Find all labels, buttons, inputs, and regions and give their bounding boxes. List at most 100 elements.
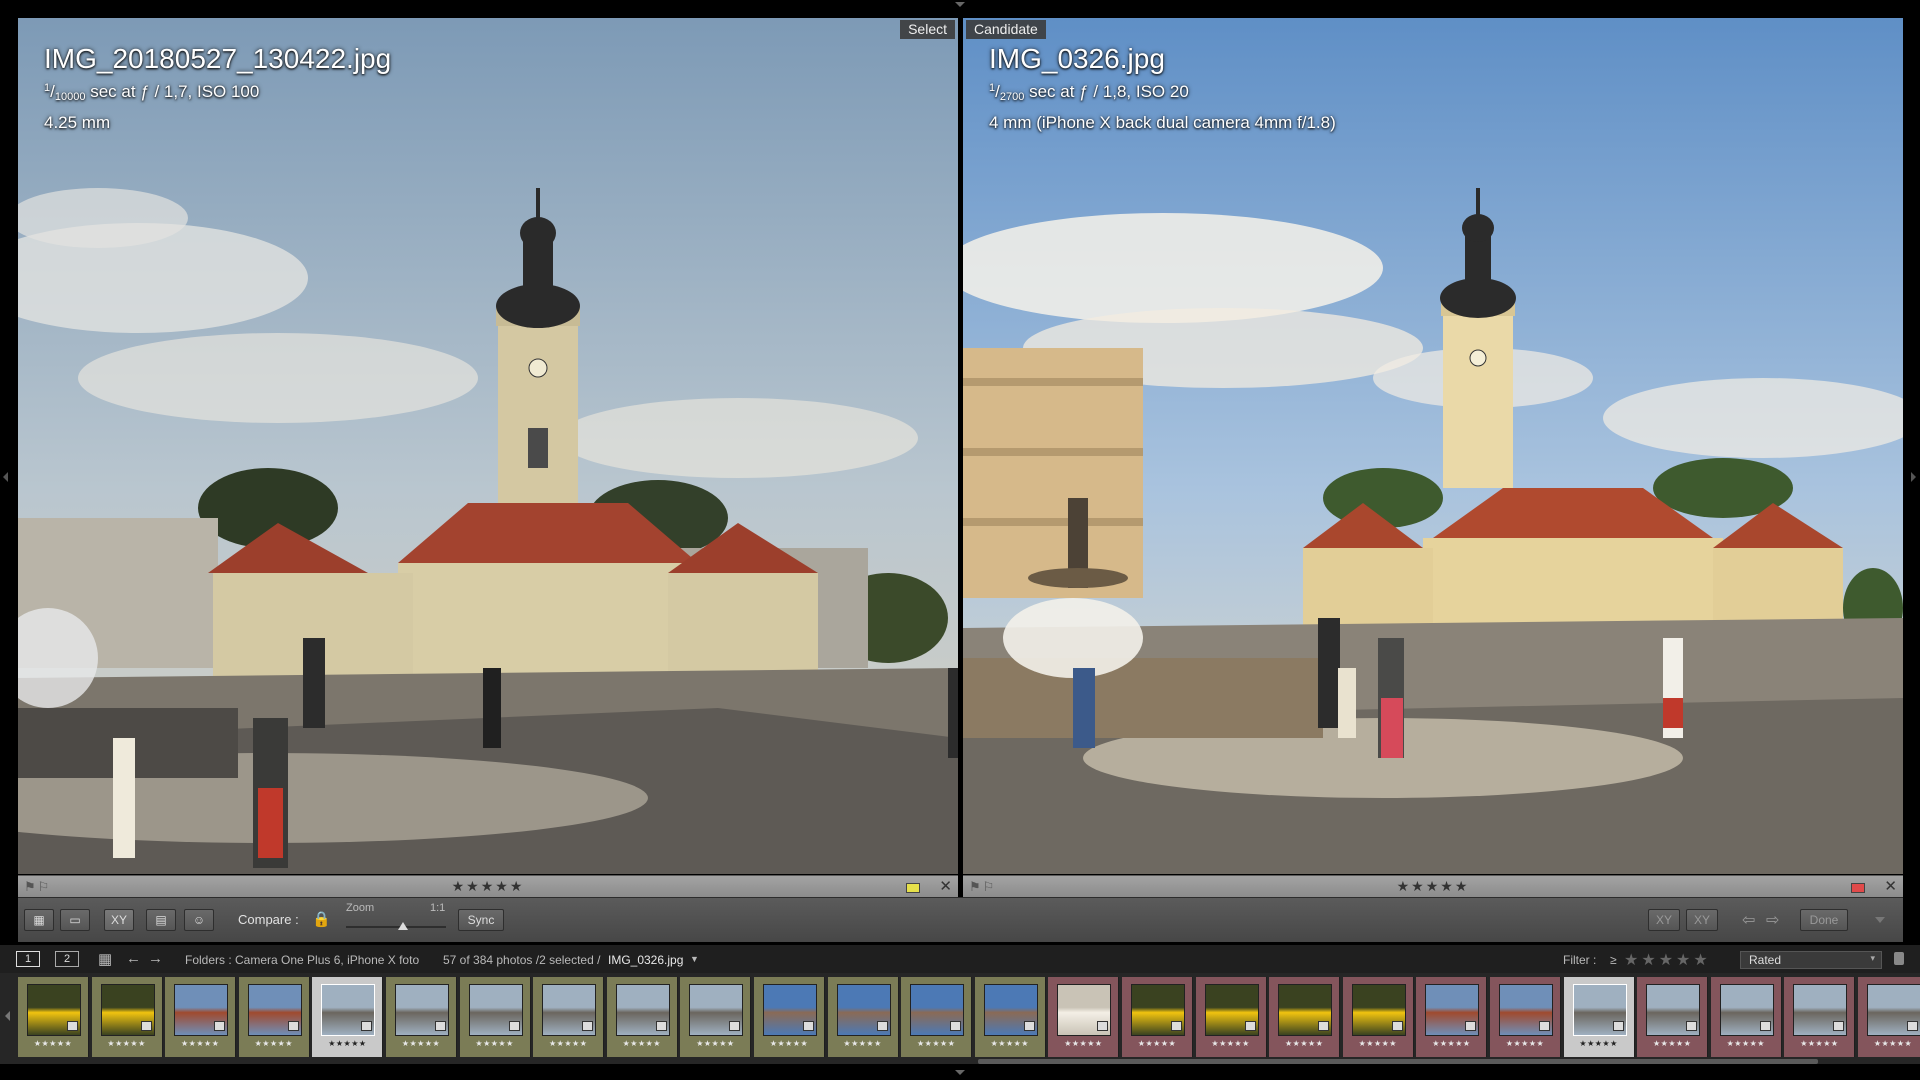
filmstrip-thumbnail[interactable]: ★★★★★ [901, 977, 973, 1057]
filmstrip-thumbnail[interactable]: ★★★★★ [1490, 977, 1561, 1057]
thumbnail-edit-badge-icon [1097, 1021, 1109, 1031]
select-rating-stars[interactable]: ★★★★★ [18, 878, 958, 895]
filmstrip[interactable]: ★★★★★ ★★★★★ ★★★★★ ★★★★★ ★★★★★ ★★★★★ ★★★★★ ★★★★★… [0, 973, 1920, 1064]
selected-filename[interactable]: IMG_0326.jpg [608, 953, 683, 967]
filmstrip-thumbnail[interactable]: ★★★★★ [91, 977, 163, 1057]
swap-button[interactable]: XY [1686, 909, 1718, 931]
filmstrip-thumbnail[interactable]: ★★★★★ [1342, 977, 1414, 1057]
photo-count: 57 of 384 photos /2 selected / [443, 953, 601, 967]
filmstrip-thumbnail[interactable]: ★★★★★ [1858, 977, 1920, 1057]
filmstrip-thumbnail[interactable]: ★★★★★ [1269, 977, 1341, 1057]
filmstrip-thumbnail[interactable]: ★★★★★ [312, 977, 384, 1057]
thumbnail-edit-badge-icon [1686, 1021, 1698, 1031]
bottom-panel-toggle-icon[interactable] [955, 1070, 965, 1075]
filmstrip-thumbnail[interactable]: ★★★★★ [18, 977, 89, 1057]
candidate-close-icon[interactable]: ✕ [1884, 877, 1897, 895]
filmstrip-thumbnail[interactable]: ★★★★★ [1563, 977, 1635, 1057]
filter-mode-chevron-icon: ▾ [1870, 953, 1875, 963]
filmstrip-thumbnail[interactable]: ★★★★★ [1122, 977, 1193, 1057]
grid-view-icon[interactable]: ▦ [24, 909, 54, 931]
filmstrip-thumbnail[interactable]: ★★★★★ [1784, 977, 1856, 1057]
filmstrip-thumbnail[interactable]: ★★★★★ [238, 977, 310, 1057]
compare-view-button[interactable]: XY [104, 909, 134, 931]
filmstrip-thumbnail[interactable]: ★★★★★ [386, 977, 457, 1057]
candidate-photo-pane[interactable]: Candidate IMG_0326.jpg 1/2700 sec at ƒ /… [963, 18, 1903, 874]
sync-button[interactable]: Sync [458, 909, 504, 931]
thumbnail-rating: ★★★★★ [1285, 1039, 1324, 1048]
filter-lock-icon[interactable] [1894, 952, 1904, 965]
select-as-candidate-button[interactable]: XY [1648, 909, 1680, 931]
filmstrip-thumbnail[interactable]: ★★★★★ [754, 977, 825, 1057]
thumbnail-rating: ★★★★★ [1505, 1039, 1545, 1048]
back-arrow-icon[interactable]: ← [126, 950, 141, 967]
forward-arrow-icon[interactable]: → [148, 950, 163, 967]
thumbnail-rating: ★★★★★ [1211, 1039, 1250, 1048]
left-panel-toggle-icon[interactable] [3, 472, 8, 482]
filmstrip-thumbnail[interactable]: ★★★★★ [1637, 977, 1709, 1057]
zoom-slider[interactable] [346, 926, 446, 928]
candidate-photo [963, 18, 1903, 874]
done-button[interactable]: Done [1800, 909, 1848, 931]
filter-operator[interactable]: ≥ [1610, 953, 1617, 967]
thumbnail-edit-badge-icon [1465, 1021, 1477, 1031]
thumbnail-rating: ★★★★★ [254, 1039, 293, 1048]
thumbnail-rating: ★★★★★ [990, 1039, 1029, 1048]
source-folders[interactable]: Folders : Camera One Plus 6, iPhone X fo… [185, 953, 419, 967]
thumbnail-rating: ★★★★★ [769, 1039, 809, 1048]
filmstrip-thumbnail[interactable]: ★★★★★ [1416, 977, 1488, 1057]
filmstrip-thumbnail[interactable]: ★★★★★ [165, 977, 237, 1057]
select-photo-pane[interactable]: Select IMG_20180527_130422.jpg 1/10000 s… [18, 18, 958, 874]
filmstrip-thumbnail[interactable]: ★★★★★ [974, 977, 1046, 1057]
filename-dropdown-icon[interactable]: ▼ [690, 954, 699, 964]
filmstrip-thumbnail[interactable]: ★★★★★ [533, 977, 605, 1057]
thumbnail-rating: ★★★★★ [328, 1039, 367, 1048]
survey-view-icon[interactable]: ▤ [146, 909, 176, 931]
grid-icon[interactable]: ▦ [98, 950, 112, 968]
right-panel-toggle-icon[interactable] [1911, 472, 1916, 482]
people-view-icon[interactable]: ☺ [184, 909, 214, 931]
thumbnail-rating: ★★★★★ [1358, 1039, 1397, 1048]
candidate-exposure: 1/2700 sec at ƒ / 1,8, ISO 20 [989, 82, 1189, 103]
filmstrip-thumbnail[interactable]: ★★★★★ [606, 977, 678, 1057]
candidate-pane-bar: ⚑⚐ ★★★★★ ✕ [963, 875, 1903, 897]
select-lens: 4.25 mm [44, 113, 111, 132]
filter-stars[interactable]: ★★★★★ [1624, 950, 1711, 970]
thumbnail-edit-badge-icon [214, 1021, 226, 1031]
filmstrip-thumbnail[interactable]: ★★★★★ [1048, 977, 1120, 1057]
thumbnail-edit-badge-icon [1171, 1021, 1182, 1031]
thumbnail-edit-badge-icon [361, 1021, 373, 1031]
toolbar-options-chevron-icon[interactable] [1875, 917, 1885, 923]
filmstrip-left-arrow-icon[interactable] [5, 1011, 10, 1021]
filmstrip-thumbnail[interactable]: ★★★★★ [1710, 977, 1782, 1057]
filmstrip-thumbnail[interactable]: ★★★★★ [680, 977, 752, 1057]
thumbnail-rating: ★★★★★ [33, 1039, 73, 1048]
filmstrip-thumbnail[interactable]: ★★★★★ [459, 977, 531, 1057]
candidate-photo-info: IMG_0326.jpg 1/2700 sec at ƒ / 1,8, ISO … [989, 42, 1336, 135]
select-photo [18, 18, 958, 874]
top-panel-toggle-icon[interactable] [955, 2, 965, 7]
select-close-icon[interactable]: ✕ [939, 877, 952, 895]
filmstrip-thumbnail[interactable]: ★★★★★ [1195, 977, 1267, 1057]
select-tag: Select [900, 20, 955, 39]
filter-mode-dropdown[interactable]: Rated ▾ [1740, 951, 1882, 969]
thumbnail-edit-badge-icon [803, 1021, 814, 1031]
loupe-view-icon[interactable]: ▭ [60, 909, 90, 931]
thumbnail-edit-badge-icon [1244, 1021, 1256, 1031]
zoom-slider-thumb[interactable] [398, 922, 408, 930]
primary-display-button[interactable]: 1 [16, 951, 40, 967]
previous-arrow-icon[interactable]: ⇦ [1742, 910, 1755, 930]
thumbnail-rating: ★★★★★ [1579, 1039, 1618, 1048]
select-color-label[interactable] [906, 883, 920, 893]
thumbnail-edit-badge-icon [950, 1021, 962, 1031]
thumbnail-rating: ★★★★★ [622, 1039, 661, 1048]
secondary-display-button[interactable]: 2 [55, 951, 79, 967]
filmstrip-thumbnail[interactable]: ★★★★★ [827, 977, 899, 1057]
candidate-color-label[interactable] [1851, 883, 1865, 893]
lock-icon[interactable]: 🔒 [312, 910, 331, 928]
filter-mode-value: Rated [1749, 953, 1782, 967]
filmstrip-scrollbar[interactable] [978, 1059, 1818, 1064]
thumbnail-edit-badge-icon [1612, 1021, 1624, 1031]
thumbnail-rating: ★★★★★ [696, 1039, 735, 1048]
next-arrow-icon[interactable]: ⇨ [1766, 910, 1779, 930]
candidate-rating-stars[interactable]: ★★★★★ [963, 878, 1903, 895]
